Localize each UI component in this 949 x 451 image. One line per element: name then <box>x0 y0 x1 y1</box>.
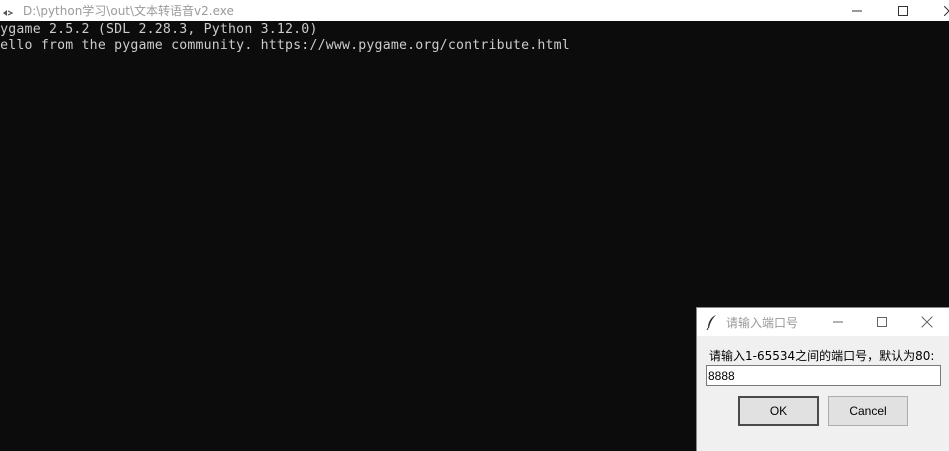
feather-icon <box>706 314 718 334</box>
dialog-minimize-button[interactable] <box>815 308 861 336</box>
console-line: Hello from the pygame community. https:/… <box>0 38 570 53</box>
console-minimize-button[interactable] <box>834 0 880 21</box>
console-app-icon <box>2 4 14 16</box>
minimize-icon <box>833 321 843 323</box>
dialog-close-button[interactable] <box>904 308 949 336</box>
console-window-title: D:\python学习\out\文本转语音v2.exe <box>23 4 234 18</box>
dialog-title: 请输入端口号 <box>726 316 799 330</box>
console-close-button[interactable] <box>926 0 949 21</box>
maximize-icon <box>877 317 887 327</box>
dialog-maximize-button[interactable] <box>859 308 905 336</box>
console-title-bar[interactable]: D:\python学习\out\文本转语音v2.exe <box>0 0 949 21</box>
console-maximize-button[interactable] <box>880 0 926 21</box>
close-icon <box>944 5 949 16</box>
console-line: pygame 2.5.2 (SDL 2.28.3, Python 3.12.0) <box>0 22 318 37</box>
maximize-icon <box>898 5 908 16</box>
port-dialog: 请输入端口号 请输入1-65534之间的端口号，默认为80: OK Cancel <box>696 307 949 451</box>
dialog-title-bar[interactable]: 请输入端口号 <box>697 308 949 336</box>
ok-button[interactable]: OK <box>738 396 819 426</box>
port-input[interactable] <box>706 365 941 386</box>
dialog-prompt: 请输入1-65534之间的端口号，默认为80: <box>709 349 935 363</box>
cancel-button[interactable]: Cancel <box>828 396 908 426</box>
close-icon <box>921 316 933 328</box>
minimize-icon <box>852 10 862 11</box>
